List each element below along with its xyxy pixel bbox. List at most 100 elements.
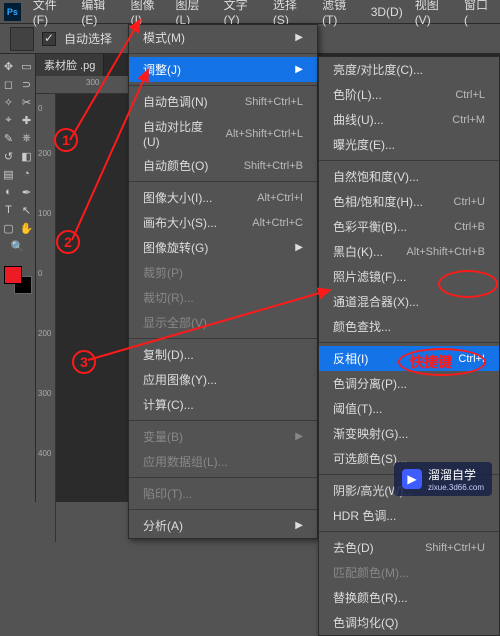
menu-item-label: 色相/饱和度(H)... bbox=[333, 193, 423, 210]
ruler-tick: 400 bbox=[38, 449, 51, 458]
adjust-menu-item[interactable]: 照片滤镜(F)... bbox=[319, 264, 499, 289]
history-brush-icon[interactable]: ↺ bbox=[1, 148, 17, 164]
crop-tool-icon[interactable]: ✂ bbox=[19, 94, 35, 110]
type-tool-icon[interactable]: T bbox=[1, 202, 17, 218]
adjust-menu-item[interactable]: 阈值(T)... bbox=[319, 396, 499, 421]
image-menu-separator bbox=[129, 477, 317, 478]
menu-item-label: 通道混合器(X)... bbox=[333, 293, 419, 310]
adjust-menu-item[interactable]: 色阶(L)... Ctrl+L bbox=[319, 82, 499, 107]
menu-edit[interactable]: 编辑(E) bbox=[75, 0, 124, 24]
image-menu-item: 显示全部(V) bbox=[129, 310, 317, 335]
menu-item-label: 模式(M) bbox=[143, 29, 185, 46]
adjust-menu-item[interactable]: 替换颜色(R)... bbox=[319, 585, 499, 610]
shape-tool-icon[interactable]: ▢ bbox=[1, 220, 17, 236]
image-menu-item[interactable]: 画布大小(S)...Alt+Ctrl+C bbox=[129, 210, 317, 235]
image-menu-item[interactable]: 图像大小(I)...Alt+Ctrl+I bbox=[129, 185, 317, 210]
adjust-menu-item[interactable]: 黑白(K)...Alt+Shift+Ctrl+B bbox=[319, 239, 499, 264]
image-menu-item[interactable]: 应用图像(Y)... bbox=[129, 367, 317, 392]
adjust-menu-separator bbox=[319, 531, 499, 532]
heal-tool-icon[interactable]: ✚ bbox=[19, 112, 35, 128]
adjust-menu-item[interactable]: 曝光度(E)... bbox=[319, 132, 499, 157]
lasso-tool-icon[interactable]: ⊃ bbox=[19, 76, 35, 92]
adjust-menu-item[interactable]: HDR 色调... bbox=[319, 503, 499, 528]
menu-3d[interactable]: 3D(D) bbox=[365, 0, 409, 24]
adjust-menu-item[interactable]: 色彩平衡(B)...Ctrl+B bbox=[319, 214, 499, 239]
image-menu-separator bbox=[129, 53, 317, 54]
menu-item-shortcut: Shift+Ctrl+B bbox=[244, 160, 303, 172]
artboard-tool-icon[interactable]: ▭ bbox=[19, 58, 35, 74]
adjust-menu-item[interactable]: 色调分离(P)... bbox=[319, 371, 499, 396]
auto-select-checkbox[interactable] bbox=[42, 32, 56, 46]
menubar: Ps 文件(F) 编辑(E) 图像(I) 图层(L) 文字(Y) 选择(S) 滤… bbox=[0, 0, 500, 24]
adjust-menu-item[interactable]: 渐变映射(G)... bbox=[319, 421, 499, 446]
image-menu-item[interactable]: 分析(A)▶ bbox=[129, 513, 317, 538]
hand-tool-icon[interactable]: ✋ bbox=[19, 220, 35, 236]
image-menu-item[interactable]: 模式(M)▶ bbox=[129, 25, 317, 50]
brush-tool-icon[interactable]: ✎ bbox=[1, 130, 17, 146]
adjust-menu-item[interactable]: 颜色查找... bbox=[319, 314, 499, 339]
gradient-tool-icon[interactable]: ▤ bbox=[1, 166, 17, 182]
ruler-tick: 0 bbox=[38, 104, 42, 113]
image-menu-item[interactable]: 自动对比度(U)Alt+Shift+Ctrl+L bbox=[129, 114, 317, 153]
eraser-tool-icon[interactable]: ◧ bbox=[19, 148, 35, 164]
menu-type[interactable]: 文字(Y) bbox=[218, 0, 267, 24]
menu-window[interactable]: 窗口( bbox=[458, 0, 496, 24]
adjust-menu-separator bbox=[319, 342, 499, 343]
color-swatches[interactable] bbox=[4, 266, 32, 294]
menu-file[interactable]: 文件(F) bbox=[27, 0, 76, 24]
menu-item-label: 色阶(L)... bbox=[333, 86, 382, 103]
menu-filter[interactable]: 滤镜(T) bbox=[316, 0, 365, 24]
adjust-menu-item[interactable]: 曲线(U)...Ctrl+M bbox=[319, 107, 499, 132]
zoom-tool-icon[interactable]: 🔍 bbox=[10, 238, 26, 254]
image-dropdown-menu: 模式(M)▶ 调整(J)▶ 自动色调(N)Shift+Ctrl+L自动对比度(U)A… bbox=[128, 24, 318, 539]
menu-item-shortcut: Ctrl+M bbox=[452, 114, 485, 126]
path-tool-icon[interactable]: ↖ bbox=[19, 202, 35, 218]
pen-tool-icon[interactable]: ✒ bbox=[19, 184, 35, 200]
blur-tool-icon[interactable]: ◔ bbox=[19, 166, 35, 182]
menu-item-label: 自然饱和度(V)... bbox=[333, 168, 419, 185]
image-menu-item[interactable]: 自动颜色(O) Shift+Ctrl+B bbox=[129, 153, 317, 178]
image-menu-separator bbox=[129, 420, 317, 421]
menu-layer[interactable]: 图层(L) bbox=[170, 0, 218, 24]
adjust-menu-item[interactable]: 通道混合器(X)... bbox=[319, 289, 499, 314]
adjust-menu-item[interactable]: 自然饱和度(V)... bbox=[319, 164, 499, 189]
image-menu-item[interactable]: 计算(C)... bbox=[129, 392, 317, 417]
wand-tool-icon[interactable]: ✧ bbox=[1, 94, 17, 110]
menu-item-label: 计算(C)... bbox=[143, 396, 194, 413]
menu-item-shortcut: Ctrl+B bbox=[454, 221, 485, 233]
watermark-logo-icon: ▶ bbox=[402, 469, 422, 489]
adjust-menu-item[interactable]: 反相(I)Ctrl+I bbox=[319, 346, 499, 371]
menu-item-label: 变量(B) bbox=[143, 428, 183, 445]
image-menu-item[interactable]: 图像旋转(G)▶ bbox=[129, 235, 317, 260]
adjust-menu-item[interactable]: 去色(D)Shift+Ctrl+U bbox=[319, 535, 499, 560]
image-menu-item[interactable]: 调整(J)▶ bbox=[129, 57, 317, 82]
menu-select[interactable]: 选择(S) bbox=[267, 0, 316, 24]
stamp-tool-icon[interactable]: ⎈ bbox=[19, 130, 35, 146]
ruler-tick: 300 bbox=[86, 78, 99, 87]
menu-item-shortcut: Ctrl+L bbox=[455, 89, 485, 101]
adjust-menu-item[interactable]: 亮度/对比度(C)... bbox=[319, 57, 499, 82]
menu-item-label: 自动颜色(O) bbox=[143, 157, 208, 174]
adjust-menu-item[interactable]: 色调均化(Q) bbox=[319, 610, 499, 635]
menu-item-label: 分析(A) bbox=[143, 517, 183, 534]
foreground-color-swatch[interactable] bbox=[4, 266, 22, 284]
move-tool-preset-icon[interactable] bbox=[10, 27, 34, 51]
menu-item-shortcut: Shift+Ctrl+L bbox=[245, 96, 303, 108]
eyedropper-tool-icon[interactable]: ⌖ bbox=[1, 112, 17, 128]
image-menu-item[interactable]: 自动色调(N)Shift+Ctrl+L bbox=[129, 89, 317, 114]
menu-item-label: 应用数据组(L)... bbox=[143, 453, 228, 470]
image-menu-item: 变量(B)▶ bbox=[129, 424, 317, 449]
menu-item-shortcut: Alt+Shift+Ctrl+L bbox=[226, 128, 303, 140]
menu-image[interactable]: 图像(I) bbox=[125, 0, 170, 24]
document-tab[interactable]: 素材脸 .pg bbox=[36, 54, 104, 76]
dodge-tool-icon[interactable]: ◐ bbox=[1, 184, 17, 200]
image-menu-separator bbox=[129, 338, 317, 339]
menu-view[interactable]: 视图(V) bbox=[409, 0, 458, 24]
image-menu-item: 应用数据组(L)... bbox=[129, 449, 317, 474]
image-menu-item: 陷印(T)... bbox=[129, 481, 317, 506]
adjust-menu-item[interactable]: 色相/饱和度(H)...Ctrl+U bbox=[319, 189, 499, 214]
menu-item-label: 调整(J) bbox=[143, 61, 181, 78]
image-menu-item[interactable]: 复制(D)... bbox=[129, 342, 317, 367]
move-tool-icon[interactable]: ✥ bbox=[1, 58, 17, 74]
marquee-tool-icon[interactable]: ◻ bbox=[1, 76, 17, 92]
